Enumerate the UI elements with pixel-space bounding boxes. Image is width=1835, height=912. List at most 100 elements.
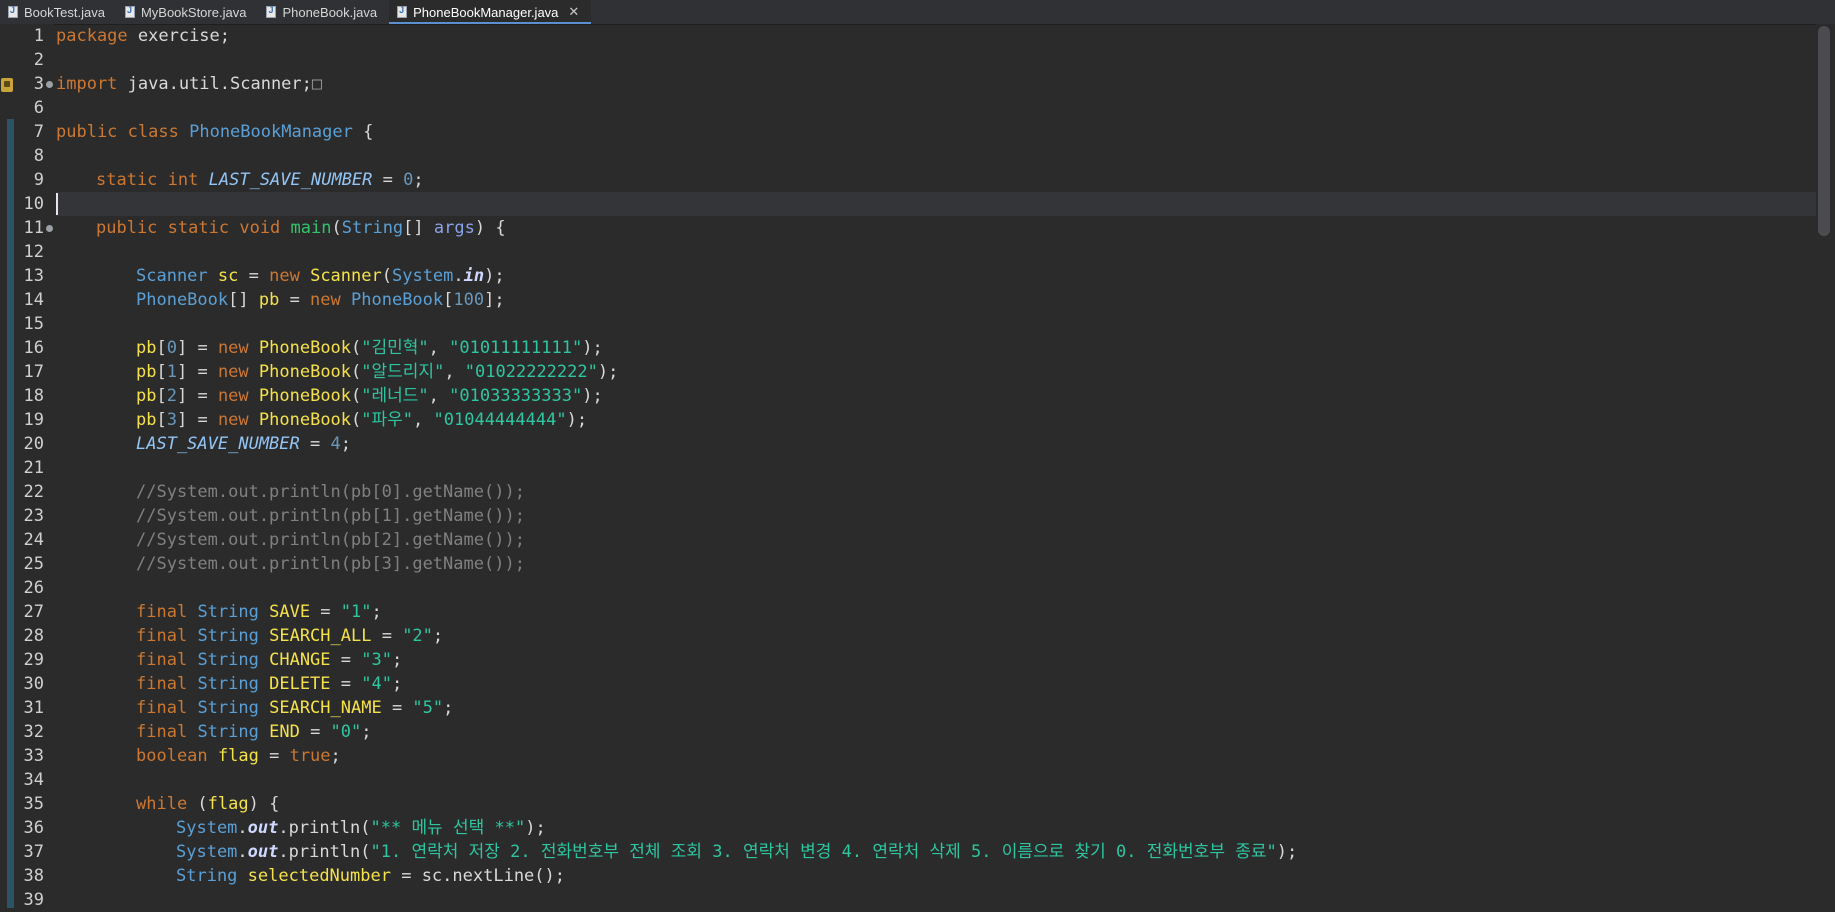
token: Scanner — [136, 266, 208, 286]
token: SEARCH_ALL — [269, 626, 372, 646]
token: ) { — [474, 218, 506, 238]
fold-toggle-icon[interactable] — [46, 81, 53, 88]
token: void — [239, 218, 281, 238]
token: String — [197, 674, 259, 694]
code-line: boolean flag = true; — [136, 744, 341, 768]
line-number: 39 — [23, 890, 44, 910]
token: new — [217, 386, 249, 406]
token: System — [176, 818, 238, 838]
editor-tab-bar: BookTest.java MyBookStore.java PhoneBook… — [0, 0, 1835, 25]
java-file-icon — [266, 5, 277, 18]
token: main — [290, 218, 332, 238]
token: 1 — [166, 362, 177, 382]
token: String — [197, 602, 259, 622]
token: ( — [187, 794, 208, 814]
warning-marker-icon[interactable] — [1, 78, 13, 92]
line-number: 15 — [23, 314, 44, 334]
line-number: 27 — [23, 602, 44, 622]
token: SEARCH_NAME — [269, 698, 382, 718]
line-number: 23 — [23, 506, 44, 526]
token: final — [136, 602, 188, 622]
token: [ — [443, 290, 454, 310]
token: ( — [351, 338, 362, 358]
tab-phonebook[interactable]: PhoneBook.java — [258, 0, 389, 24]
token: = — [258, 746, 290, 766]
close-tab-icon[interactable]: ✕ — [568, 4, 579, 20]
token: new — [310, 290, 341, 310]
token: . — [237, 842, 248, 862]
token: final — [136, 626, 188, 646]
token: , — [444, 362, 465, 382]
token: [] — [228, 290, 259, 310]
tab-label: BookTest.java — [24, 4, 105, 20]
code-line: static int LAST_SAVE_NUMBER = 0; — [96, 168, 424, 192]
token: "3" — [361, 650, 392, 670]
token: package — [56, 26, 128, 46]
token: , — [428, 386, 450, 406]
token: pb — [136, 338, 157, 358]
java-file-icon — [8, 5, 18, 18]
scrollbar-thumb[interactable] — [1818, 26, 1830, 236]
token: ] = — [176, 386, 218, 406]
tab-booktest[interactable]: BookTest.java — [0, 0, 117, 24]
token: true — [289, 746, 331, 766]
code-line: pb[1] = new PhoneBook("알드리지", "010222222… — [136, 360, 618, 384]
code-line: while (flag) { — [136, 792, 279, 816]
token: PhoneBook — [136, 290, 229, 310]
token: DELETE — [269, 674, 331, 694]
tab-label: PhoneBookManager.java — [413, 4, 559, 20]
code-line: public class PhoneBookManager { — [56, 120, 373, 144]
token: ( — [381, 266, 392, 286]
token: PhoneBook — [351, 290, 444, 310]
line-number: 9 — [33, 170, 44, 190]
token: static — [96, 170, 158, 190]
token: ] = — [176, 338, 218, 358]
code-text-area[interactable]: package exercise; import java.util.Scann… — [56, 24, 1816, 908]
token: final — [136, 698, 188, 718]
code-line: Scanner sc = new Scanner(System.in); — [136, 264, 505, 288]
token: 3 — [166, 410, 177, 430]
token: final — [136, 674, 188, 694]
tab-label: MyBookStore.java — [140, 4, 247, 20]
token: "01044444444" — [433, 410, 567, 430]
code-line: PhoneBook[] pb = new PhoneBook[100]; — [136, 288, 505, 312]
token: ; — [340, 434, 351, 454]
token: = — [238, 266, 270, 286]
token: int — [167, 170, 199, 190]
token: "알드리지" — [361, 362, 445, 382]
code-line: final String CHANGE = "3"; — [136, 648, 402, 672]
line-number: 13 — [23, 266, 44, 286]
token: "01033333333" — [449, 386, 583, 406]
token: . — [453, 266, 464, 286]
token: "01011111111" — [449, 338, 583, 358]
fold-toggle-icon[interactable] — [46, 225, 53, 232]
line-number: 32 — [23, 722, 44, 742]
text-caret — [56, 193, 58, 215]
token: [] — [403, 218, 434, 238]
folded-import-icon[interactable]: □ — [312, 74, 322, 94]
code-editor[interactable]: package exercise; import java.util.Scann… — [0, 24, 1835, 910]
comment-line: //System.out.println(pb[1].getName()); — [136, 506, 525, 526]
code-line: pb[0] = new PhoneBook("김민혁", "0101111111… — [136, 336, 603, 360]
tab-phonebookmanager[interactable]: PhoneBookManager.java ✕ — [389, 0, 592, 24]
token: String — [197, 698, 259, 718]
code-line: pb[3] = new PhoneBook("파우", "01044444444… — [136, 408, 587, 432]
tab-mybookstore[interactable]: MyBookStore.java — [117, 0, 259, 24]
token: 2 — [166, 386, 177, 406]
token: LAST_SAVE_NUMBER — [208, 170, 373, 190]
comment-line: //System.out.println(pb[3].getName()); — [136, 554, 525, 574]
